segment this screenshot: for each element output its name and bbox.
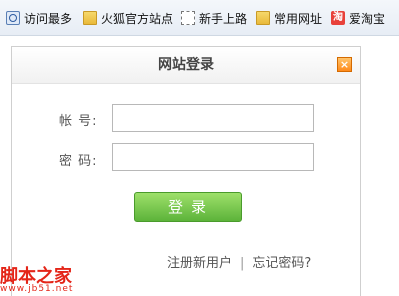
account-label: 帐 号: bbox=[59, 114, 98, 129]
bookmark-common-sites[interactable]: 常用网址 bbox=[256, 9, 322, 27]
bookmark-label: 常用网址 bbox=[274, 11, 323, 26]
login-button[interactable]: 登录 bbox=[134, 192, 242, 222]
dialog-title: 网站登录 bbox=[158, 57, 214, 73]
bookmarks-toolbar: 访问最多 火狐官方站点 新手上路 常用网址 淘 爱淘宝 bbox=[0, 0, 399, 36]
bookmark-label: 访问最多 bbox=[24, 11, 73, 26]
bookmark-firefox-official[interactable]: 火狐官方站点 bbox=[83, 9, 173, 27]
bookmark-label: 新手上路 bbox=[199, 11, 248, 26]
link-separator: | bbox=[240, 256, 245, 271]
taobao-icon: 淘 bbox=[331, 11, 345, 25]
dialog-header: 网站登录 × bbox=[12, 47, 360, 84]
close-icon[interactable]: × bbox=[337, 57, 352, 72]
password-label: 密 码: bbox=[59, 154, 98, 169]
account-field[interactable] bbox=[112, 104, 314, 132]
register-link[interactable]: 注册新用户 bbox=[167, 256, 232, 271]
bookmark-ai-taobao[interactable]: 淘 爱淘宝 bbox=[331, 9, 385, 27]
search-icon bbox=[6, 11, 20, 25]
login-dialog: 网站登录 × 帐 号: 密 码: 登录 注册新用户 | 忘记密码? bbox=[11, 46, 361, 296]
password-field[interactable] bbox=[112, 143, 314, 171]
bookmark-getting-started[interactable]: 新手上路 bbox=[181, 9, 247, 27]
dashed-page-icon bbox=[181, 11, 195, 25]
bookmark-most-visited[interactable]: 访问最多 bbox=[6, 9, 72, 27]
watermark-url: www.jb51.net bbox=[0, 284, 74, 294]
bookmark-label: 爱淘宝 bbox=[349, 11, 386, 26]
account-links: 注册新用户 | 忘记密码? bbox=[167, 252, 311, 271]
folder-icon bbox=[83, 11, 97, 25]
bookmark-label: 火狐官方站点 bbox=[101, 11, 174, 26]
folder-icon bbox=[256, 11, 270, 25]
forgot-password-link[interactable]: 忘记密码? bbox=[252, 256, 311, 271]
